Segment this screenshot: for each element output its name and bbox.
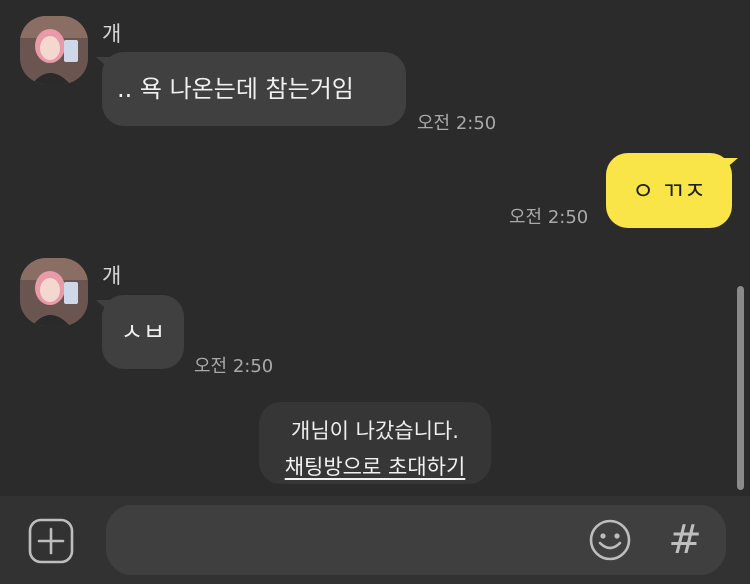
message-time: 오전 2:50	[509, 207, 589, 228]
sender-name: 개	[102, 264, 122, 288]
input-bar: #	[0, 496, 750, 584]
message-text: .. 욕 나온는데 참는거임	[117, 75, 354, 103]
hash-icon[interactable]: #	[662, 515, 708, 565]
invite-link[interactable]: 채팅방으로 초대하기	[285, 451, 466, 481]
bubble-tail	[724, 158, 738, 170]
leave-notice: 개님이 나갔습니다. 채팅방으로 초대하기	[259, 402, 491, 484]
sender-name: 개	[102, 22, 122, 46]
message-bubble[interactable]: ㅅㅂ	[102, 295, 184, 369]
message-input-box[interactable]: #	[106, 505, 726, 575]
plus-square-icon[interactable]	[28, 518, 74, 564]
message-text: ㅅㅂ	[120, 318, 166, 346]
avatar[interactable]	[20, 258, 88, 326]
chat-area: 개 .. 욕 나온는데 참는거임 오전 2:50 오전 2:50 ㅇ ㄲㅈ 개 …	[0, 0, 750, 496]
message-bubble[interactable]: .. 욕 나온는데 참는거임	[102, 52, 406, 126]
leave-notice-text: 개님이 나갔습니다.	[291, 419, 459, 443]
avatar[interactable]	[20, 16, 88, 84]
scrollbar[interactable]	[737, 286, 744, 490]
smiley-icon[interactable]	[588, 518, 632, 562]
message-time: 오전 2:50	[194, 356, 274, 377]
message-text: ㅇ ㄲㅈ	[632, 176, 706, 205]
message-bubble[interactable]: ㅇ ㄲㅈ	[606, 153, 732, 228]
message-time: 오전 2:50	[417, 113, 497, 134]
message-input[interactable]	[126, 523, 580, 559]
